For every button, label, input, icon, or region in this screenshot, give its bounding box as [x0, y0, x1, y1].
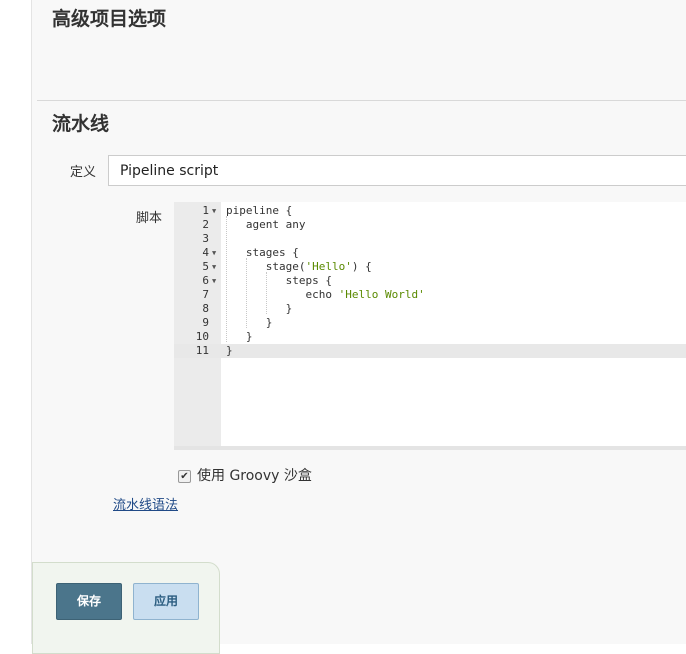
line-number: 2	[202, 218, 209, 231]
code-line: 5 ▼ stage('Hello') {	[174, 260, 686, 274]
line-number: 3	[202, 232, 209, 245]
advanced-options-title: 高级项目选项	[52, 8, 167, 30]
code-line: 4 ▼ stages {	[174, 246, 686, 260]
definition-label: 定义	[70, 165, 97, 180]
code-line: 7 echo 'Hello World'	[174, 288, 686, 302]
definition-select[interactable]: Pipeline script	[108, 155, 686, 186]
line-number: 11	[195, 344, 209, 357]
code-text: steps {	[226, 274, 332, 287]
editor-bottom-border	[174, 446, 686, 450]
fold-arrow-icon[interactable]: ▼	[212, 274, 216, 288]
line-number: 8	[202, 302, 209, 315]
save-button[interactable]: 保存	[56, 583, 122, 620]
code-line: 10 }	[174, 330, 686, 344]
code-text: }	[226, 316, 273, 329]
code-line: 6 ▼ steps {	[174, 274, 686, 288]
line-number: 7	[202, 288, 209, 301]
code-text: stages {	[226, 246, 299, 259]
fold-arrow-icon[interactable]: ▼	[212, 260, 216, 274]
checkmark-icon: ✔	[180, 471, 189, 482]
script-label: 脚本	[136, 211, 163, 226]
pipeline-section-title: 流水线	[52, 113, 110, 135]
code-text: }	[226, 344, 233, 357]
code-line: 8 }	[174, 302, 686, 316]
pipeline-syntax-link[interactable]: 流水线语法	[113, 494, 178, 513]
line-number: 10	[195, 330, 209, 343]
code-text: agent any	[226, 218, 306, 231]
code-line: 11}	[174, 344, 686, 358]
fold-arrow-icon[interactable]: ▼	[212, 246, 216, 260]
line-number: 5	[202, 260, 209, 273]
groovy-sandbox-checkbox[interactable]: ✔	[178, 470, 191, 483]
code-line: 2 agent any	[174, 218, 686, 232]
code-line: 3	[174, 232, 686, 246]
code-line: 9 }	[174, 316, 686, 330]
groovy-sandbox-label: 使用 Groovy 沙盒	[197, 468, 312, 484]
code-text: echo 'Hello World'	[226, 288, 425, 301]
code-text: }	[226, 302, 293, 315]
line-number: 6	[202, 274, 209, 287]
left-rail	[0, 0, 32, 644]
script-editor[interactable]: 1 ▼ pipeline {2 agent any 3 4 ▼ stages {5 ▼ st…	[174, 202, 686, 450]
code-text: }	[226, 330, 253, 343]
apply-button[interactable]: 应用	[133, 583, 199, 620]
line-number: 4	[202, 246, 209, 259]
line-number: 9	[202, 316, 209, 329]
section-divider	[37, 100, 686, 101]
code-line: 1 ▼ pipeline {	[174, 204, 686, 218]
code-text: pipeline {	[226, 204, 293, 217]
line-number: 1	[202, 204, 209, 217]
code-text: stage('Hello') {	[226, 260, 372, 273]
fold-arrow-icon[interactable]: ▼	[212, 204, 216, 218]
